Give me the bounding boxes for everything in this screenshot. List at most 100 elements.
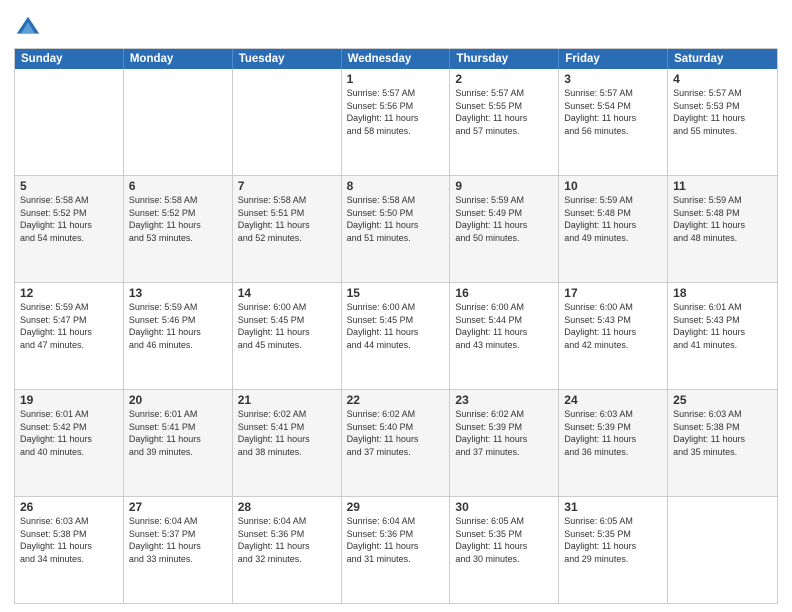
calendar-cell-15: 15Sunrise: 6:00 AMSunset: 5:45 PMDayligh… bbox=[342, 283, 451, 389]
calendar-cell-13: 13Sunrise: 5:59 AMSunset: 5:46 PMDayligh… bbox=[124, 283, 233, 389]
day-number: 24 bbox=[564, 393, 662, 407]
day-info: Sunrise: 6:02 AMSunset: 5:41 PMDaylight:… bbox=[238, 408, 336, 458]
calendar-cell-20: 20Sunrise: 6:01 AMSunset: 5:41 PMDayligh… bbox=[124, 390, 233, 496]
day-number: 14 bbox=[238, 286, 336, 300]
day-number: 1 bbox=[347, 72, 445, 86]
calendar-cell-10: 10Sunrise: 5:59 AMSunset: 5:48 PMDayligh… bbox=[559, 176, 668, 282]
day-number: 23 bbox=[455, 393, 553, 407]
calendar-cell-6: 6Sunrise: 5:58 AMSunset: 5:52 PMDaylight… bbox=[124, 176, 233, 282]
calendar-cell-5: 5Sunrise: 5:58 AMSunset: 5:52 PMDaylight… bbox=[15, 176, 124, 282]
calendar-row-3: 19Sunrise: 6:01 AMSunset: 5:42 PMDayligh… bbox=[15, 389, 777, 496]
day-number: 13 bbox=[129, 286, 227, 300]
page-header bbox=[14, 10, 778, 42]
day-info: Sunrise: 6:05 AMSunset: 5:35 PMDaylight:… bbox=[564, 515, 662, 565]
day-number: 17 bbox=[564, 286, 662, 300]
day-number: 12 bbox=[20, 286, 118, 300]
calendar-cell-16: 16Sunrise: 6:00 AMSunset: 5:44 PMDayligh… bbox=[450, 283, 559, 389]
day-info: Sunrise: 6:01 AMSunset: 5:42 PMDaylight:… bbox=[20, 408, 118, 458]
day-number: 15 bbox=[347, 286, 445, 300]
day-info: Sunrise: 6:05 AMSunset: 5:35 PMDaylight:… bbox=[455, 515, 553, 565]
calendar-row-2: 12Sunrise: 5:59 AMSunset: 5:47 PMDayligh… bbox=[15, 282, 777, 389]
calendar-cell-3: 3Sunrise: 5:57 AMSunset: 5:54 PMDaylight… bbox=[559, 69, 668, 175]
day-info: Sunrise: 6:03 AMSunset: 5:38 PMDaylight:… bbox=[673, 408, 772, 458]
calendar-cell-31: 31Sunrise: 6:05 AMSunset: 5:35 PMDayligh… bbox=[559, 497, 668, 603]
calendar-cell-8: 8Sunrise: 5:58 AMSunset: 5:50 PMDaylight… bbox=[342, 176, 451, 282]
calendar-cell-21: 21Sunrise: 6:02 AMSunset: 5:41 PMDayligh… bbox=[233, 390, 342, 496]
calendar-cell-23: 23Sunrise: 6:02 AMSunset: 5:39 PMDayligh… bbox=[450, 390, 559, 496]
weekday-header-wednesday: Wednesday bbox=[342, 49, 451, 69]
day-number: 19 bbox=[20, 393, 118, 407]
day-info: Sunrise: 5:58 AMSunset: 5:52 PMDaylight:… bbox=[20, 194, 118, 244]
day-number: 8 bbox=[347, 179, 445, 193]
day-info: Sunrise: 5:58 AMSunset: 5:52 PMDaylight:… bbox=[129, 194, 227, 244]
calendar-cell-2: 2Sunrise: 5:57 AMSunset: 5:55 PMDaylight… bbox=[450, 69, 559, 175]
day-info: Sunrise: 6:04 AMSunset: 5:36 PMDaylight:… bbox=[347, 515, 445, 565]
weekday-header-friday: Friday bbox=[559, 49, 668, 69]
day-info: Sunrise: 6:00 AMSunset: 5:45 PMDaylight:… bbox=[238, 301, 336, 351]
day-number: 21 bbox=[238, 393, 336, 407]
calendar-cell-28: 28Sunrise: 6:04 AMSunset: 5:36 PMDayligh… bbox=[233, 497, 342, 603]
day-number: 25 bbox=[673, 393, 772, 407]
calendar-cell-17: 17Sunrise: 6:00 AMSunset: 5:43 PMDayligh… bbox=[559, 283, 668, 389]
day-info: Sunrise: 5:59 AMSunset: 5:48 PMDaylight:… bbox=[564, 194, 662, 244]
calendar-cell-19: 19Sunrise: 6:01 AMSunset: 5:42 PMDayligh… bbox=[15, 390, 124, 496]
day-info: Sunrise: 6:03 AMSunset: 5:39 PMDaylight:… bbox=[564, 408, 662, 458]
day-info: Sunrise: 5:57 AMSunset: 5:53 PMDaylight:… bbox=[673, 87, 772, 137]
calendar-cell-27: 27Sunrise: 6:04 AMSunset: 5:37 PMDayligh… bbox=[124, 497, 233, 603]
calendar-cell-30: 30Sunrise: 6:05 AMSunset: 5:35 PMDayligh… bbox=[450, 497, 559, 603]
calendar-cell-4: 4Sunrise: 5:57 AMSunset: 5:53 PMDaylight… bbox=[668, 69, 777, 175]
weekday-header-saturday: Saturday bbox=[668, 49, 777, 69]
day-number: 22 bbox=[347, 393, 445, 407]
day-number: 27 bbox=[129, 500, 227, 514]
day-info: Sunrise: 5:58 AMSunset: 5:51 PMDaylight:… bbox=[238, 194, 336, 244]
day-number: 29 bbox=[347, 500, 445, 514]
day-number: 11 bbox=[673, 179, 772, 193]
calendar-cell-empty bbox=[233, 69, 342, 175]
day-number: 2 bbox=[455, 72, 553, 86]
day-number: 4 bbox=[673, 72, 772, 86]
calendar-row-0: 1Sunrise: 5:57 AMSunset: 5:56 PMDaylight… bbox=[15, 69, 777, 175]
day-info: Sunrise: 6:00 AMSunset: 5:45 PMDaylight:… bbox=[347, 301, 445, 351]
day-info: Sunrise: 6:01 AMSunset: 5:43 PMDaylight:… bbox=[673, 301, 772, 351]
logo-icon bbox=[14, 14, 42, 42]
calendar-cell-14: 14Sunrise: 6:00 AMSunset: 5:45 PMDayligh… bbox=[233, 283, 342, 389]
day-number: 16 bbox=[455, 286, 553, 300]
day-info: Sunrise: 5:59 AMSunset: 5:49 PMDaylight:… bbox=[455, 194, 553, 244]
weekday-header-sunday: Sunday bbox=[15, 49, 124, 69]
calendar-cell-29: 29Sunrise: 6:04 AMSunset: 5:36 PMDayligh… bbox=[342, 497, 451, 603]
calendar-body: 1Sunrise: 5:57 AMSunset: 5:56 PMDaylight… bbox=[15, 69, 777, 603]
day-number: 7 bbox=[238, 179, 336, 193]
calendar-cell-9: 9Sunrise: 5:59 AMSunset: 5:49 PMDaylight… bbox=[450, 176, 559, 282]
day-info: Sunrise: 5:57 AMSunset: 5:56 PMDaylight:… bbox=[347, 87, 445, 137]
day-info: Sunrise: 5:59 AMSunset: 5:47 PMDaylight:… bbox=[20, 301, 118, 351]
day-info: Sunrise: 6:02 AMSunset: 5:39 PMDaylight:… bbox=[455, 408, 553, 458]
calendar-cell-empty bbox=[124, 69, 233, 175]
day-info: Sunrise: 5:58 AMSunset: 5:50 PMDaylight:… bbox=[347, 194, 445, 244]
day-info: Sunrise: 5:59 AMSunset: 5:46 PMDaylight:… bbox=[129, 301, 227, 351]
day-info: Sunrise: 6:01 AMSunset: 5:41 PMDaylight:… bbox=[129, 408, 227, 458]
day-info: Sunrise: 5:59 AMSunset: 5:48 PMDaylight:… bbox=[673, 194, 772, 244]
calendar-cell-empty bbox=[15, 69, 124, 175]
calendar-cell-26: 26Sunrise: 6:03 AMSunset: 5:38 PMDayligh… bbox=[15, 497, 124, 603]
calendar: SundayMondayTuesdayWednesdayThursdayFrid… bbox=[14, 48, 778, 604]
day-number: 31 bbox=[564, 500, 662, 514]
day-number: 20 bbox=[129, 393, 227, 407]
day-info: Sunrise: 6:04 AMSunset: 5:37 PMDaylight:… bbox=[129, 515, 227, 565]
calendar-cell-25: 25Sunrise: 6:03 AMSunset: 5:38 PMDayligh… bbox=[668, 390, 777, 496]
day-number: 5 bbox=[20, 179, 118, 193]
day-info: Sunrise: 6:02 AMSunset: 5:40 PMDaylight:… bbox=[347, 408, 445, 458]
weekday-header-monday: Monday bbox=[124, 49, 233, 69]
day-number: 10 bbox=[564, 179, 662, 193]
calendar-cell-24: 24Sunrise: 6:03 AMSunset: 5:39 PMDayligh… bbox=[559, 390, 668, 496]
day-number: 3 bbox=[564, 72, 662, 86]
calendar-cell-18: 18Sunrise: 6:01 AMSunset: 5:43 PMDayligh… bbox=[668, 283, 777, 389]
calendar-row-4: 26Sunrise: 6:03 AMSunset: 5:38 PMDayligh… bbox=[15, 496, 777, 603]
page-container: SundayMondayTuesdayWednesdayThursdayFrid… bbox=[0, 0, 792, 612]
calendar-header: SundayMondayTuesdayWednesdayThursdayFrid… bbox=[15, 49, 777, 69]
calendar-cell-11: 11Sunrise: 5:59 AMSunset: 5:48 PMDayligh… bbox=[668, 176, 777, 282]
day-info: Sunrise: 5:57 AMSunset: 5:54 PMDaylight:… bbox=[564, 87, 662, 137]
day-number: 18 bbox=[673, 286, 772, 300]
day-info: Sunrise: 6:00 AMSunset: 5:44 PMDaylight:… bbox=[455, 301, 553, 351]
day-number: 9 bbox=[455, 179, 553, 193]
day-info: Sunrise: 6:00 AMSunset: 5:43 PMDaylight:… bbox=[564, 301, 662, 351]
